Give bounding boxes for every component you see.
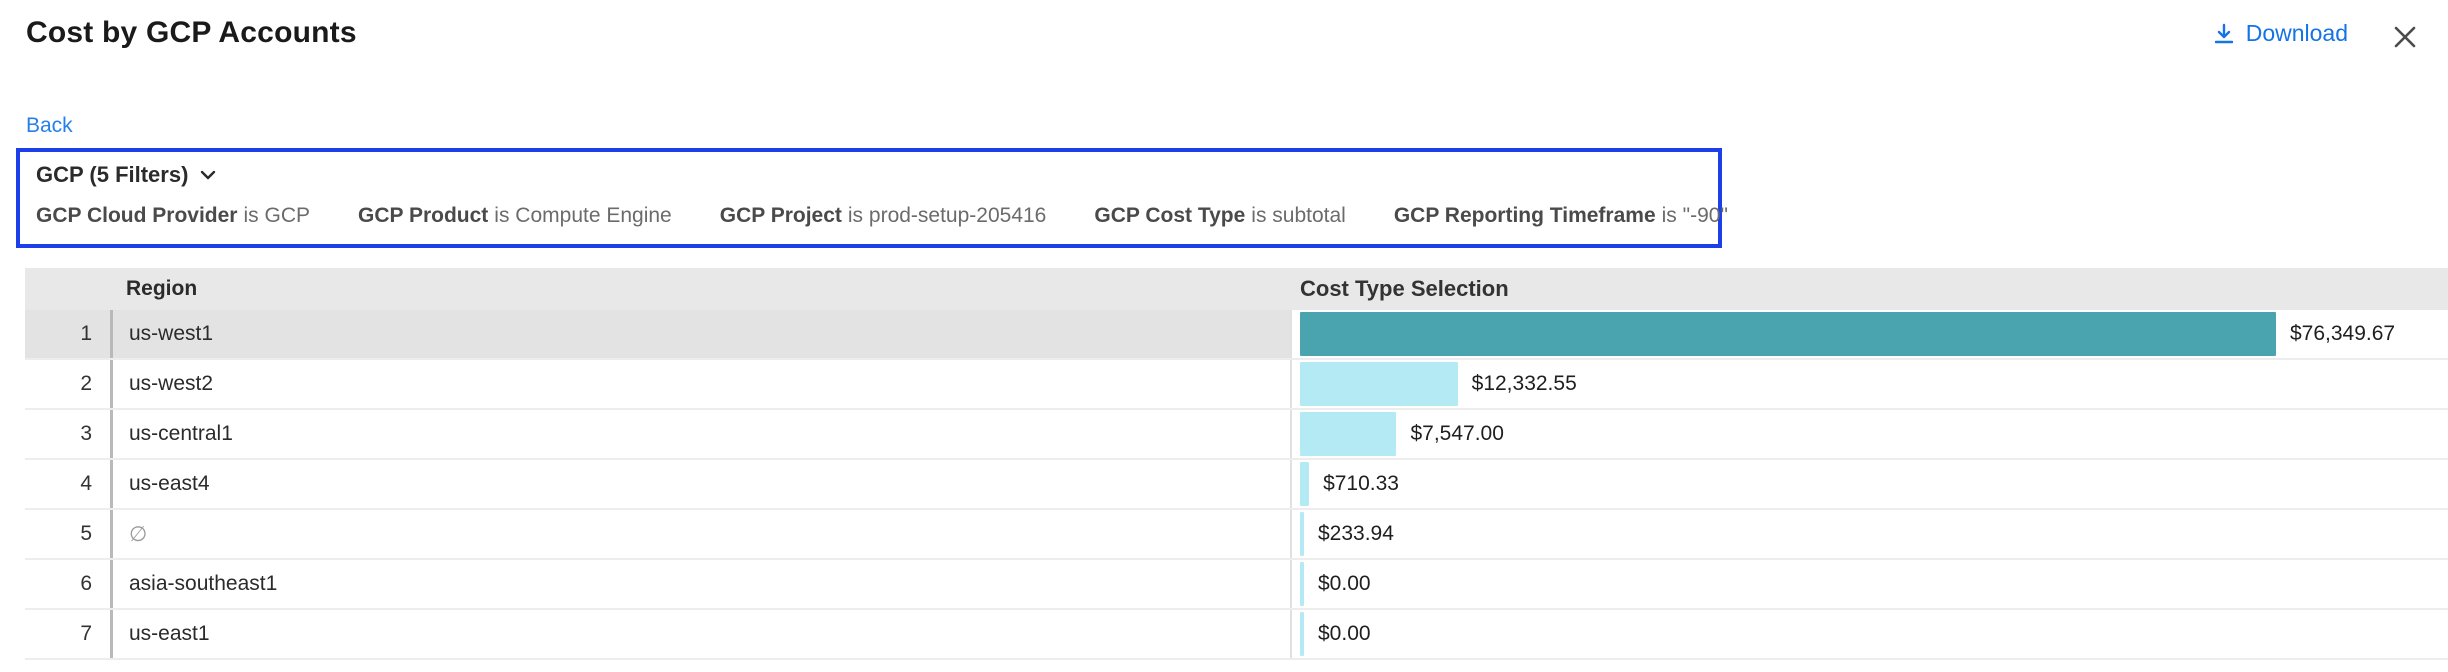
- table-row[interactable]: 7us-east1 $0.00: [25, 610, 2448, 660]
- cost-report-panel: Cost by GCP Accounts Download Back GCP (…: [0, 0, 2448, 672]
- filter-item: GCP Cloud Provider is GCP: [36, 204, 310, 228]
- cost-table-body: 1us-west1$76,349.672us-west2$12,332.553u…: [25, 310, 2448, 660]
- cost-cell: $0.00: [1292, 560, 2448, 608]
- filter-group-box: GCP (5 Filters) GCP Cloud Provider is GCP…: [16, 148, 1722, 248]
- row-index: 4: [25, 460, 110, 508]
- row-index: 7: [25, 610, 110, 658]
- cost-bar[interactable]: [1300, 612, 1304, 656]
- filter-summary-label: GCP (5 Filters): [36, 162, 188, 188]
- cost-value: $233.94: [1318, 522, 1394, 546]
- filter-item: GCP Product is Compute Engine: [358, 204, 672, 228]
- table-row[interactable]: 4us-east4 $710.33: [25, 460, 2448, 510]
- cost-bar[interactable]: [1300, 462, 1309, 506]
- region-cell[interactable]: us-east4: [110, 460, 1292, 508]
- filter-item-condition: is Compute Engine: [494, 204, 671, 227]
- table-row[interactable]: 5∅ $233.94: [25, 510, 2448, 560]
- table-row[interactable]: 3us-central1 $7,547.00: [25, 410, 2448, 460]
- table-header-row: Region Cost Type Selection: [25, 268, 2448, 310]
- cost-column-header: Cost Type Selection: [1292, 276, 2448, 302]
- cost-cell: $233.94: [1292, 510, 2448, 558]
- cost-value: $7,547.00: [1410, 422, 1503, 446]
- cost-bar[interactable]: [1300, 512, 1304, 556]
- region-cell[interactable]: us-east1: [110, 610, 1292, 658]
- download-icon: [2212, 22, 2236, 46]
- row-index: 1: [25, 310, 110, 358]
- filter-item-condition: is GCP: [243, 204, 310, 227]
- filter-item: GCP Cost Type is subtotal: [1094, 204, 1345, 228]
- table-row[interactable]: 2us-west2 $12,332.55: [25, 360, 2448, 410]
- cost-cell: $12,332.55: [1292, 360, 2448, 408]
- filter-item-condition: is prod-setup-205416: [848, 204, 1046, 227]
- row-index: 6: [25, 560, 110, 608]
- table-row[interactable]: 6asia-southeast1 $0.00: [25, 560, 2448, 610]
- filter-item-condition: is subtotal: [1251, 204, 1346, 227]
- row-index: 2: [25, 360, 110, 408]
- cost-value: $12,332.55: [1472, 372, 1577, 396]
- filter-item: GCP Reporting Timeframe is "-90": [1394, 204, 1728, 228]
- region-cell[interactable]: ∅: [110, 510, 1292, 558]
- filter-item-label: GCP Reporting Timeframe: [1394, 204, 1656, 227]
- cost-value: $76,349.67: [2290, 322, 2395, 346]
- cost-cell: $0.00: [1292, 610, 2448, 658]
- filter-summary-toggle[interactable]: GCP (5 Filters): [36, 162, 1702, 188]
- cost-cell: $7,547.00: [1292, 410, 2448, 458]
- filter-item-label: GCP Cost Type: [1094, 204, 1245, 227]
- back-link[interactable]: Back: [26, 114, 73, 138]
- download-button[interactable]: Download: [2212, 20, 2348, 47]
- row-index: 5: [25, 510, 110, 558]
- page-title: Cost by GCP Accounts: [26, 16, 357, 50]
- cost-value: $0.00: [1318, 572, 1371, 596]
- cost-bar[interactable]: [1300, 362, 1458, 406]
- region-column-header: Region: [110, 277, 1292, 301]
- region-cell[interactable]: us-central1: [110, 410, 1292, 458]
- region-cell[interactable]: us-west1: [110, 310, 1292, 358]
- region-cell[interactable]: us-west2: [110, 360, 1292, 408]
- close-icon[interactable]: [2390, 22, 2420, 52]
- cost-bar[interactable]: [1300, 412, 1396, 456]
- cost-table: Region Cost Type Selection 1us-west1 $76,…: [25, 268, 2448, 660]
- cost-bar[interactable]: [1300, 562, 1304, 606]
- cost-value: $0.00: [1318, 622, 1371, 646]
- cost-cell: $76,349.67: [1292, 310, 2448, 358]
- chevron-down-icon: [198, 168, 218, 182]
- filter-item-list: GCP Cloud Provider is GCP GCP Product is Co…: [36, 204, 1702, 228]
- cost-bar[interactable]: [1300, 312, 2276, 356]
- filter-item: GCP Project is prod-setup-205416: [720, 204, 1047, 228]
- filter-item-label: GCP Cloud Provider: [36, 204, 237, 227]
- filter-item-condition: is "-90": [1662, 204, 1728, 227]
- download-label: Download: [2246, 20, 2348, 47]
- row-index: 3: [25, 410, 110, 458]
- filter-item-label: GCP Product: [358, 204, 488, 227]
- cost-cell: $710.33: [1292, 460, 2448, 508]
- table-row[interactable]: 1us-west1 $76,349.67: [25, 310, 2448, 360]
- cost-value: $710.33: [1323, 472, 1399, 496]
- region-cell[interactable]: asia-southeast1: [110, 560, 1292, 608]
- filter-item-label: GCP Project: [720, 204, 842, 227]
